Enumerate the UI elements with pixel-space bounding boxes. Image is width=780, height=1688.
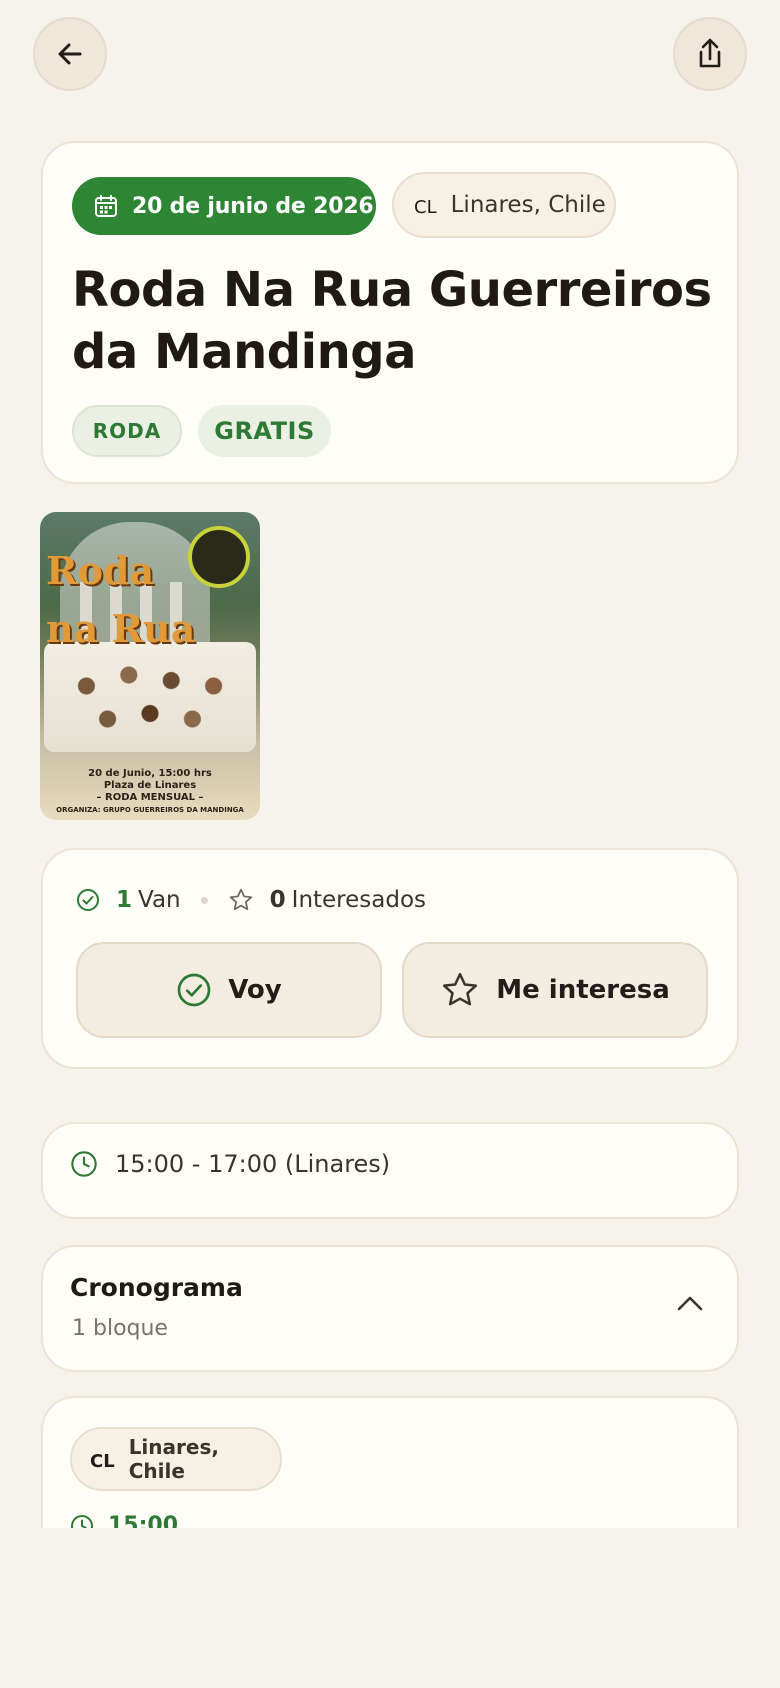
schedule-block: CL Linares, Chile 15:00: [41, 1396, 739, 1528]
interested-button-label: Me interesa: [496, 975, 670, 1005]
poster-crowd: [44, 642, 256, 752]
share-icon: [699, 38, 721, 68]
clock-icon: [71, 1514, 93, 1528]
back-button[interactable]: [33, 17, 107, 91]
clock-icon: [71, 1151, 97, 1177]
poster-title: Roda na Rua: [46, 548, 196, 651]
share-button[interactable]: [673, 17, 747, 91]
tag-gratis: GRATIS: [198, 405, 331, 457]
schedule-count: 1 bloque: [72, 1316, 168, 1341]
location-text: Linares, Chile: [450, 192, 606, 218]
going-count: 1: [116, 887, 133, 913]
event-title: Roda Na Rua Guerreiros da Mandinga: [72, 262, 712, 380]
poster-info: 20 de Junio, 15:00 hrs Plaza de Linares …: [56, 768, 244, 814]
date-badge: 20 de junio de 2026: [72, 177, 376, 235]
block-location-text: Linares, Chile: [128, 1435, 219, 1483]
tag-roda: RODA: [72, 405, 182, 457]
block-location-badge[interactable]: CL Linares, Chile: [70, 1427, 282, 1491]
going-button[interactable]: Voy: [76, 942, 382, 1038]
interested-button[interactable]: Me interesa: [402, 942, 708, 1038]
star-icon: [229, 888, 252, 911]
attendance-stats: 1 Van 0 Interesados: [76, 880, 426, 920]
star-icon: [443, 972, 478, 1006]
attendance-card: 1 Van 0 Interesados Voy Me interesa: [41, 848, 739, 1069]
time-range: 15:00 - 17:00 (Linares): [115, 1150, 391, 1178]
poster-logo: [188, 526, 250, 588]
going-button-label: Voy: [228, 975, 282, 1005]
interested-label: Interesados: [291, 887, 427, 913]
country-code: CL: [90, 1450, 115, 1472]
event-date: 20 de junio de 2026: [132, 193, 374, 219]
block-time: 15:00: [108, 1513, 179, 1528]
country-code: CL: [414, 196, 437, 218]
event-header-card: 20 de junio de 2026 CL Linares, Chile Ro…: [41, 141, 739, 484]
going-label: Van: [138, 887, 181, 913]
calendar-icon: [95, 195, 117, 217]
check-circle-icon: [77, 889, 99, 911]
chevron-up-icon[interactable]: [675, 1293, 705, 1313]
separator-dot: [200, 896, 208, 904]
check-circle-icon: [177, 973, 211, 1007]
interested-count: 0: [269, 887, 286, 913]
event-poster-image[interactable]: Roda na Rua 20 de Junio, 15:00 hrs Plaza…: [40, 512, 260, 820]
schedule-header[interactable]: Cronograma 1 bloque: [41, 1245, 739, 1372]
schedule-title: Cronograma: [70, 1273, 243, 1302]
arrow-left-icon: [58, 43, 82, 65]
location-badge[interactable]: CL Linares, Chile: [392, 172, 616, 238]
time-card: 15:00 - 17:00 (Linares): [41, 1122, 739, 1219]
